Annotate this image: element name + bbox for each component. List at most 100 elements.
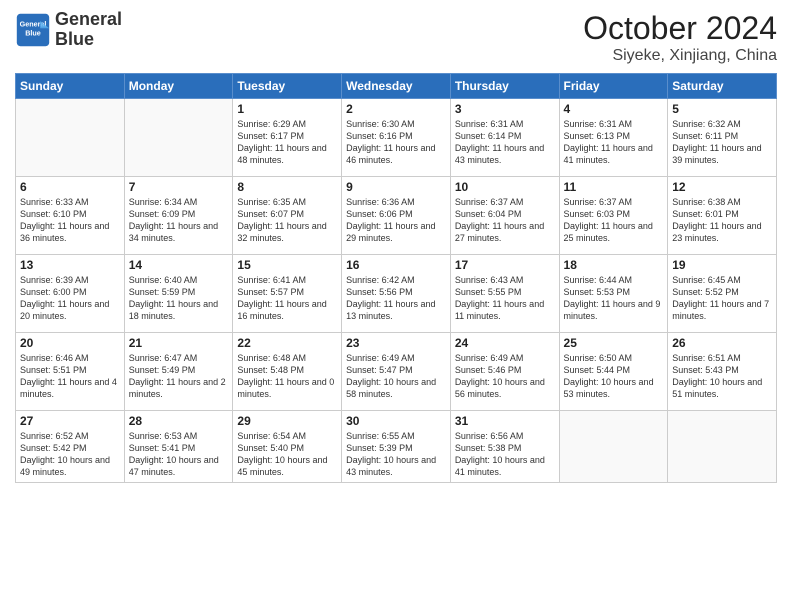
- day-info: Sunrise: 6:45 AM Sunset: 5:52 PM Dayligh…: [672, 274, 772, 323]
- day-info: Sunrise: 6:39 AM Sunset: 6:00 PM Dayligh…: [20, 274, 120, 323]
- day-number: 19: [672, 258, 772, 272]
- day-number: 31: [455, 414, 555, 428]
- day-info: Sunrise: 6:48 AM Sunset: 5:48 PM Dayligh…: [237, 352, 337, 401]
- day-info: Sunrise: 6:36 AM Sunset: 6:06 PM Dayligh…: [346, 196, 446, 245]
- day-info: Sunrise: 6:56 AM Sunset: 5:38 PM Dayligh…: [455, 430, 555, 479]
- calendar-cell: 13Sunrise: 6:39 AM Sunset: 6:00 PM Dayli…: [16, 255, 125, 333]
- day-info: Sunrise: 6:47 AM Sunset: 5:49 PM Dayligh…: [129, 352, 229, 401]
- day-info: Sunrise: 6:31 AM Sunset: 6:14 PM Dayligh…: [455, 118, 555, 167]
- day-number: 22: [237, 336, 337, 350]
- day-info: Sunrise: 6:33 AM Sunset: 6:10 PM Dayligh…: [20, 196, 120, 245]
- calendar-cell: 31 Sunrise: 6:56 AM Sunset: 5:38 PM Dayli…: [450, 411, 559, 483]
- day-info: Sunrise: 6:49 AM Sunset: 5:47 PM Dayligh…: [346, 352, 446, 401]
- calendar-cell: 19 Sunrise: 6:45 AM Sunset: 5:52 PM Dayli…: [668, 255, 777, 333]
- calendar-cell: 16Sunrise: 6:42 AM Sunset: 5:56 PM Dayli…: [342, 255, 451, 333]
- day-info: Sunrise: 6:54 AM Sunset: 5:40 PM Dayligh…: [237, 430, 337, 479]
- day-number: 10: [455, 180, 555, 194]
- day-number: 29: [237, 414, 337, 428]
- day-info: Sunrise: 6:37 AM Sunset: 6:04 PM Dayligh…: [455, 196, 555, 245]
- weekday-header: Tuesday: [233, 74, 342, 99]
- title-block: October 2024 Siyeke, Xinjiang, China: [583, 10, 777, 65]
- calendar-container: General Blue General Blue October 2024 S…: [0, 0, 792, 612]
- calendar-cell: 30 Sunrise: 6:55 AM Sunset: 5:39 PM Dayli…: [342, 411, 451, 483]
- day-info: Sunrise: 6:30 AM Sunset: 6:16 PM Dayligh…: [346, 118, 446, 167]
- header: General Blue General Blue October 2024 S…: [15, 10, 777, 65]
- day-number: 28: [129, 414, 229, 428]
- logo-line2: Blue: [55, 30, 122, 50]
- day-number: 18: [564, 258, 664, 272]
- day-number: 8: [237, 180, 337, 194]
- day-info: Sunrise: 6:41 AM Sunset: 5:57 PM Dayligh…: [237, 274, 337, 323]
- day-number: 5: [672, 102, 772, 116]
- day-info: Sunrise: 6:43 AM Sunset: 5:55 PM Dayligh…: [455, 274, 555, 323]
- day-info: Sunrise: 6:51 AM Sunset: 5:43 PM Dayligh…: [672, 352, 772, 401]
- day-info: Sunrise: 6:50 AM Sunset: 5:44 PM Dayligh…: [564, 352, 664, 401]
- weekday-header: Thursday: [450, 74, 559, 99]
- day-number: 21: [129, 336, 229, 350]
- calendar-cell: 23 Sunrise: 6:49 AM Sunset: 5:47 PM Dayli…: [342, 333, 451, 411]
- calendar-cell: 24 Sunrise: 6:49 AM Sunset: 5:46 PM Dayli…: [450, 333, 559, 411]
- day-number: 6: [20, 180, 120, 194]
- day-info: Sunrise: 6:40 AM Sunset: 5:59 PM Dayligh…: [129, 274, 229, 323]
- calendar-week-row: 1 Sunrise: 6:29 AM Sunset: 6:17 PM Daylig…: [16, 99, 777, 177]
- day-number: 26: [672, 336, 772, 350]
- day-number: 24: [455, 336, 555, 350]
- calendar-cell: 12 Sunrise: 6:38 AM Sunset: 6:01 PM Dayli…: [668, 177, 777, 255]
- calendar-cell: 27Sunrise: 6:52 AM Sunset: 5:42 PM Dayli…: [16, 411, 125, 483]
- day-number: 1: [237, 102, 337, 116]
- day-number: 12: [672, 180, 772, 194]
- calendar-cell: 8Sunrise: 6:35 AM Sunset: 6:07 PM Daylig…: [233, 177, 342, 255]
- day-number: 14: [129, 258, 229, 272]
- month-year: October 2024: [583, 10, 777, 47]
- day-number: 23: [346, 336, 446, 350]
- weekday-header-row: SundayMondayTuesdayWednesdayThursdayFrid…: [16, 74, 777, 99]
- calendar-cell: 14 Sunrise: 6:40 AM Sunset: 5:59 PM Dayli…: [124, 255, 233, 333]
- calendar-cell: [124, 99, 233, 177]
- day-info: Sunrise: 6:32 AM Sunset: 6:11 PM Dayligh…: [672, 118, 772, 167]
- logo-icon: General Blue: [15, 12, 51, 48]
- calendar-cell: 22 Sunrise: 6:48 AM Sunset: 5:48 PM Dayli…: [233, 333, 342, 411]
- day-info: Sunrise: 6:49 AM Sunset: 5:46 PM Dayligh…: [455, 352, 555, 401]
- calendar-week-row: 27Sunrise: 6:52 AM Sunset: 5:42 PM Dayli…: [16, 411, 777, 483]
- calendar-cell: [559, 411, 668, 483]
- calendar-cell: 11 Sunrise: 6:37 AM Sunset: 6:03 PM Dayli…: [559, 177, 668, 255]
- day-info: Sunrise: 6:38 AM Sunset: 6:01 PM Dayligh…: [672, 196, 772, 245]
- day-info: Sunrise: 6:53 AM Sunset: 5:41 PM Dayligh…: [129, 430, 229, 479]
- day-number: 15: [237, 258, 337, 272]
- day-info: Sunrise: 6:29 AM Sunset: 6:17 PM Dayligh…: [237, 118, 337, 167]
- calendar-week-row: 13Sunrise: 6:39 AM Sunset: 6:00 PM Dayli…: [16, 255, 777, 333]
- calendar-cell: 6 Sunrise: 6:33 AM Sunset: 6:10 PM Daylig…: [16, 177, 125, 255]
- location: Siyeke, Xinjiang, China: [583, 47, 777, 65]
- day-number: 9: [346, 180, 446, 194]
- logo-text: General Blue: [55, 10, 122, 50]
- day-number: 4: [564, 102, 664, 116]
- calendar-cell: 29 Sunrise: 6:54 AM Sunset: 5:40 PM Dayli…: [233, 411, 342, 483]
- day-info: Sunrise: 6:55 AM Sunset: 5:39 PM Dayligh…: [346, 430, 446, 479]
- calendar-cell: 4 Sunrise: 6:31 AM Sunset: 6:13 PM Daylig…: [559, 99, 668, 177]
- weekday-header: Wednesday: [342, 74, 451, 99]
- day-number: 30: [346, 414, 446, 428]
- day-info: Sunrise: 6:37 AM Sunset: 6:03 PM Dayligh…: [564, 196, 664, 245]
- day-number: 3: [455, 102, 555, 116]
- calendar-week-row: 6 Sunrise: 6:33 AM Sunset: 6:10 PM Daylig…: [16, 177, 777, 255]
- calendar-cell: 1 Sunrise: 6:29 AM Sunset: 6:17 PM Daylig…: [233, 99, 342, 177]
- day-number: 7: [129, 180, 229, 194]
- day-info: Sunrise: 6:46 AM Sunset: 5:51 PM Dayligh…: [20, 352, 120, 401]
- calendar-cell: 25 Sunrise: 6:50 AM Sunset: 5:44 PM Dayli…: [559, 333, 668, 411]
- day-number: 25: [564, 336, 664, 350]
- day-number: 11: [564, 180, 664, 194]
- weekday-header: Friday: [559, 74, 668, 99]
- calendar-cell: 15 Sunrise: 6:41 AM Sunset: 5:57 PM Dayli…: [233, 255, 342, 333]
- calendar-cell: 20 Sunrise: 6:46 AM Sunset: 5:51 PM Dayli…: [16, 333, 125, 411]
- day-info: Sunrise: 6:31 AM Sunset: 6:13 PM Dayligh…: [564, 118, 664, 167]
- calendar-cell: 9 Sunrise: 6:36 AM Sunset: 6:06 PM Daylig…: [342, 177, 451, 255]
- calendar-cell: 3 Sunrise: 6:31 AM Sunset: 6:14 PM Daylig…: [450, 99, 559, 177]
- calendar-cell: 18Sunrise: 6:44 AM Sunset: 5:53 PM Dayli…: [559, 255, 668, 333]
- calendar-week-row: 20 Sunrise: 6:46 AM Sunset: 5:51 PM Dayli…: [16, 333, 777, 411]
- calendar-cell: 10 Sunrise: 6:37 AM Sunset: 6:04 PM Dayli…: [450, 177, 559, 255]
- calendar-table: SundayMondayTuesdayWednesdayThursdayFrid…: [15, 73, 777, 483]
- day-info: Sunrise: 6:52 AM Sunset: 5:42 PM Dayligh…: [20, 430, 120, 479]
- weekday-header: Sunday: [16, 74, 125, 99]
- day-number: 20: [20, 336, 120, 350]
- day-number: 2: [346, 102, 446, 116]
